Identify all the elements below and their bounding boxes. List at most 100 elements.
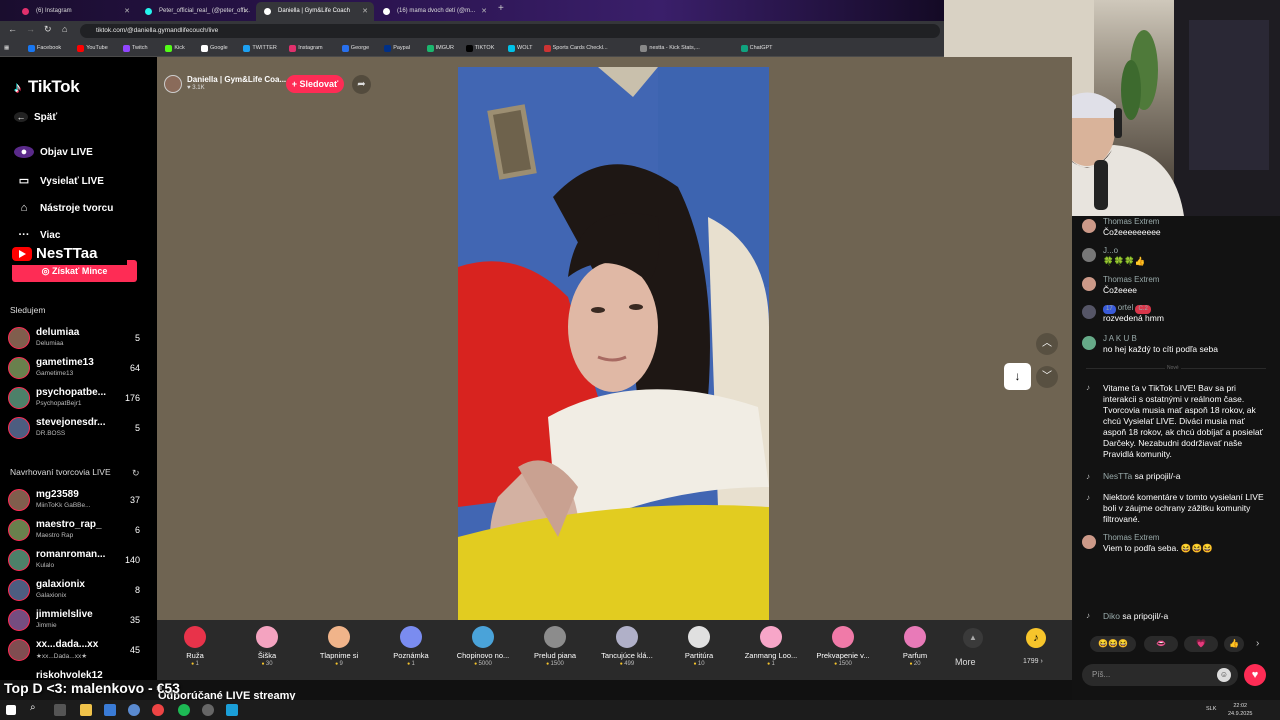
bookmark-item[interactable]: WOLT [508, 44, 532, 53]
sidebar-creator[interactable]: gametime13 Gametime13 64 [8, 355, 148, 383]
gift-item[interactable]: Tancujúce klá...499 [592, 626, 662, 667]
refresh-icon[interactable]: ↻ [132, 468, 140, 479]
sidebar-creator[interactable]: mg23589 MiinToKk GaBBe... 37 [8, 487, 148, 515]
host-avatar[interactable] [164, 75, 182, 93]
bookmark-item[interactable]: Facebook [28, 44, 61, 53]
bookmark-item[interactable]: Sports Cards Checkl... [543, 44, 608, 53]
bookmark-item[interactable]: TWITTER [243, 44, 277, 53]
creator-name[interactable]: jimmielslive [36, 609, 116, 620]
sidebar-creator[interactable]: jimmielslive Jimmie 35 [8, 607, 148, 635]
bookmark-item[interactable]: TIKTOK [465, 44, 494, 53]
search-icon[interactable]: ⌕ [30, 702, 42, 714]
store-icon[interactable] [104, 704, 116, 716]
close-icon[interactable]: ✕ [124, 2, 130, 21]
chat-username[interactable]: Thomas Extrem [1103, 217, 1159, 226]
avatar[interactable] [1082, 219, 1096, 233]
obs-icon[interactable] [202, 704, 214, 716]
sidebar-creator[interactable]: psychopatbe... PsychopatBejr1 176 [8, 385, 148, 413]
sidebar-creator[interactable]: galaxionix Galaxionix 8 [8, 577, 148, 605]
chat-username-text[interactable]: ortel [1118, 303, 1134, 312]
creator-name[interactable]: romanroman... [36, 549, 116, 560]
follow-button[interactable]: + Sledovať [286, 75, 344, 93]
tab-instagram[interactable]: (6) Instagram ✕ [14, 2, 136, 21]
spotify-icon[interactable] [178, 704, 190, 716]
bookmark-item[interactable]: Paypal [384, 44, 410, 53]
forward-icon[interactable]: → [26, 24, 35, 34]
avatar[interactable] [1082, 305, 1096, 319]
bookmark-item[interactable]: ChatGPT [740, 44, 773, 53]
gift-item[interactable]: Šiška30 [232, 626, 302, 667]
gift-item[interactable]: Prekvapenie v...1500 [808, 626, 878, 667]
live-video[interactable] [458, 67, 769, 620]
sidebar-creator[interactable]: xx...dada...xx ★xx...Dada...xx★ 45 [8, 637, 148, 665]
gift-item[interactable]: Tlapnime si9 [304, 626, 374, 667]
avatar[interactable] [8, 609, 30, 631]
tab-peter[interactable]: Peter_official_real_ (@peter_offi... ✕ [137, 2, 255, 21]
back-link[interactable]: ← Späť [14, 112, 57, 123]
chrome-icon[interactable] [152, 704, 164, 716]
bookmark-item[interactable]: YouTube [77, 44, 108, 53]
sidebar-creator[interactable]: delumiaa Delumiaa 5 [8, 325, 148, 353]
windows-icon[interactable] [6, 705, 16, 715]
emoji-icon[interactable]: ☺ [1217, 668, 1231, 682]
more-gifts-button[interactable]: More [955, 657, 976, 667]
creator-name[interactable]: maestro_rap_ [36, 519, 116, 530]
chat-username[interactable]: Thomas Extrem [1103, 533, 1159, 542]
task-view-icon[interactable] [54, 704, 66, 716]
creator-name[interactable]: gametime13 [36, 357, 116, 368]
gift-item[interactable]: Poznámka1 [376, 626, 446, 667]
quick-emoji[interactable]: 💗 [1184, 636, 1218, 652]
download-icon[interactable]: ↓ [1004, 363, 1031, 390]
avatar[interactable] [8, 387, 30, 409]
creator-name[interactable]: delumiaa [36, 327, 116, 338]
avatar[interactable] [1082, 277, 1096, 291]
url-input[interactable]: tiktok.com/@daniella.gymandlifecouch/liv… [80, 24, 940, 38]
bookmark-item[interactable]: Instagram [289, 44, 323, 53]
gift-item[interactable]: Ruža1 [160, 626, 230, 667]
avatar[interactable] [8, 639, 30, 661]
language-indicator[interactable]: SLK [1206, 706, 1216, 712]
creator-name[interactable]: stevejonesdr... [36, 417, 116, 428]
clock[interactable]: 22:02 24.9.2025 [1228, 702, 1252, 718]
sidebar-item-creator-tools[interactable]: ⌂ Nástroje tvorcu [14, 202, 114, 214]
avatar[interactable] [1082, 248, 1096, 262]
tiktok-logo[interactable]: ♪ TikTok [14, 77, 80, 97]
scroll-down-icon[interactable]: ﹀ [1036, 366, 1058, 388]
avatar[interactable] [8, 519, 30, 541]
avatar[interactable] [1082, 336, 1096, 350]
avatar[interactable] [1082, 535, 1096, 549]
chevron-up-icon[interactable]: ▲ [963, 628, 983, 648]
creator-name[interactable]: psychopatbe... [36, 387, 116, 398]
gift-item[interactable]: Chopinovo no...5000 [448, 626, 518, 667]
gift-item[interactable]: Partitúra10 [664, 626, 734, 667]
avatar[interactable] [8, 579, 30, 601]
host-name[interactable]: Daniella | Gym&Life Coa... [187, 75, 286, 84]
close-icon[interactable]: ✕ [481, 2, 487, 21]
bookmark-item[interactable]: Twitch [123, 44, 148, 53]
heart-icon[interactable]: ♥ [1244, 664, 1266, 686]
creator-name[interactable]: mg23589 [36, 489, 116, 500]
join-user[interactable]: Diko [1103, 611, 1120, 621]
chat-username[interactable]: J A K U B [1103, 334, 1137, 343]
folder-icon[interactable] [80, 704, 92, 716]
sidebar-creator[interactable]: romanroman... Kulalo 140 [8, 547, 148, 575]
close-icon[interactable]: ✕ [243, 2, 249, 21]
sidebar-creator[interactable]: stevejonesdr... DR.BOSS 5 [8, 415, 148, 443]
home-icon[interactable]: ⌂ [62, 24, 67, 34]
chevron-right-icon[interactable]: › [1256, 638, 1259, 649]
quick-emoji[interactable]: 👄 [1144, 636, 1178, 652]
tab-daniella[interactable]: Daniella | Gym&Life Coach ✕ [256, 2, 374, 21]
quick-emoji[interactable]: 👍 [1224, 636, 1244, 652]
back-icon[interactable]: ← [8, 24, 17, 34]
reload-icon[interactable]: ↻ [44, 24, 52, 35]
avatar[interactable] [8, 549, 30, 571]
gift-item[interactable]: Parfum20 [880, 626, 950, 667]
steam-icon[interactable] [226, 704, 238, 716]
creator-name[interactable]: xx...dada...xx [36, 639, 116, 650]
close-icon[interactable]: ✕ [362, 2, 368, 21]
avatar[interactable] [8, 327, 30, 349]
quick-emoji[interactable]: 😆😆😆 [1090, 636, 1136, 652]
apps-icon[interactable]: ▦ [4, 44, 9, 53]
sidebar-item-go-live[interactable]: ▭ Vysielať LIVE [14, 174, 104, 187]
chat-username[interactable]: Thomas Extrem [1103, 275, 1159, 284]
